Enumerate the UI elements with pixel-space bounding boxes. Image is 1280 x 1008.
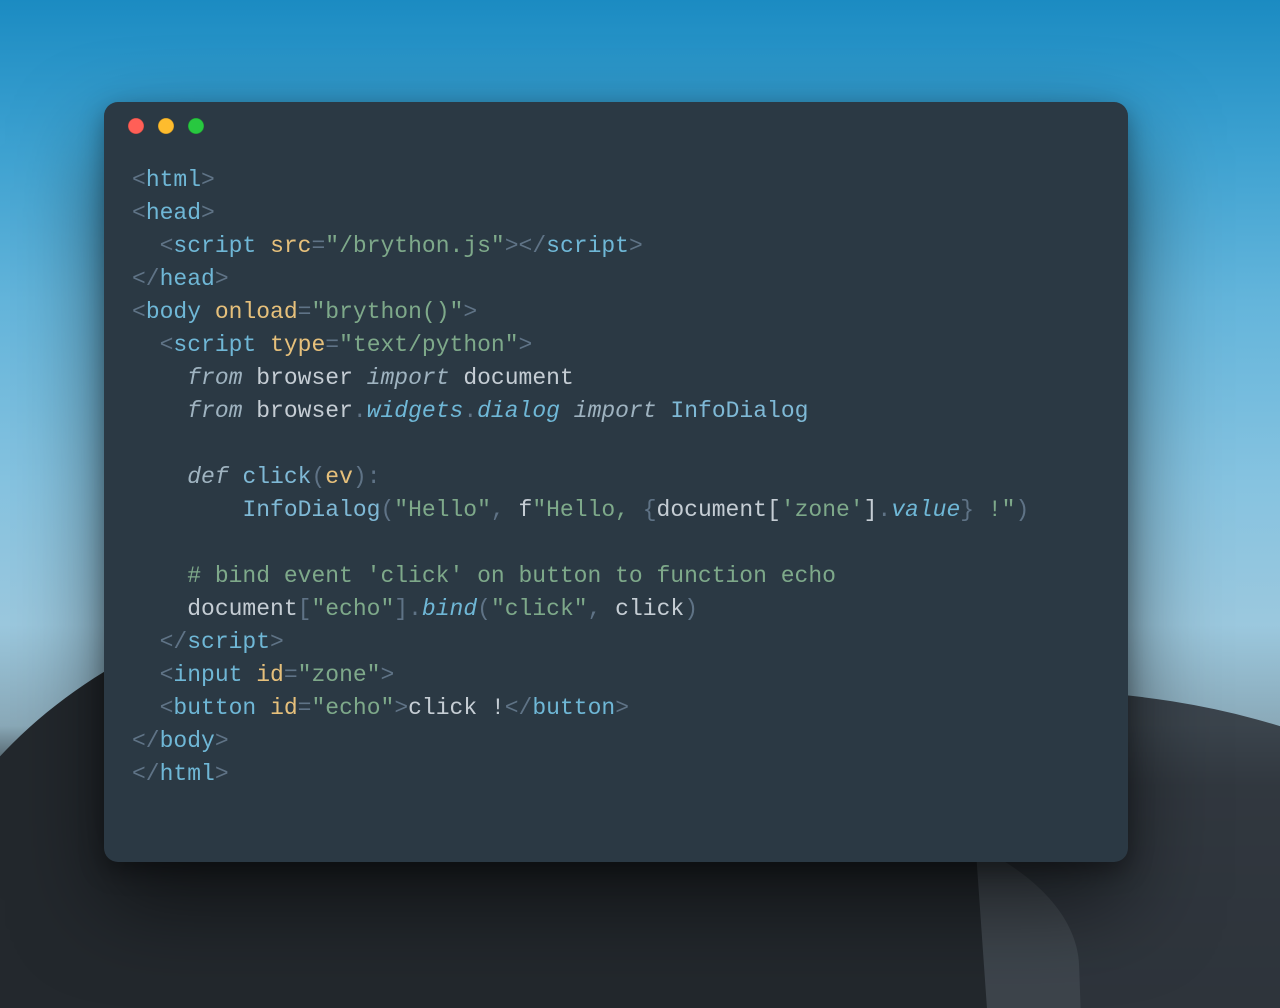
zoom-icon[interactable] [188,118,204,134]
minimize-icon[interactable] [158,118,174,134]
desktop-background: <html> <head> <script src="/brython.js">… [0,0,1280,1008]
code-editor[interactable]: <html> <head> <script src="/brython.js">… [104,150,1128,819]
code-window: <html> <head> <script src="/brython.js">… [104,102,1128,862]
window-titlebar[interactable] [104,102,1128,150]
close-icon[interactable] [128,118,144,134]
code-content: <html> <head> <script src="/brython.js">… [132,164,1100,791]
